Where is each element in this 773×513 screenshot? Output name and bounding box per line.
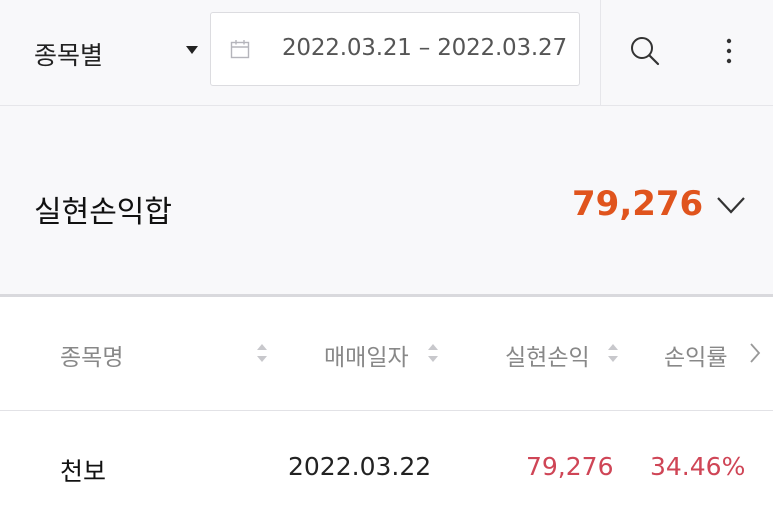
- chevron-right-icon[interactable]: [748, 342, 762, 364]
- sort-icon[interactable]: [256, 343, 268, 363]
- more-vertical-icon: [726, 38, 732, 64]
- column-header-realized-pnl[interactable]: 실현손익: [505, 338, 590, 372]
- search-icon: [631, 37, 660, 66]
- date-range-picker[interactable]: 2022.03.21 – 2022.03.27: [210, 12, 580, 86]
- column-header-trade-date[interactable]: 매매일자: [324, 338, 409, 372]
- row-return-rate: 34.46%: [650, 452, 746, 481]
- chevron-down-icon[interactable]: [714, 190, 748, 220]
- grouping-select[interactable]: 종목별: [0, 0, 210, 105]
- calendar-icon: [230, 40, 250, 59]
- caret-down-icon: [186, 46, 198, 54]
- column-header-return-rate[interactable]: 손익률: [664, 338, 727, 372]
- row-trade-date: 2022.03.22: [288, 452, 432, 481]
- column-header-name[interactable]: 종목명: [60, 338, 123, 372]
- summary-title: 실현손익합: [34, 195, 172, 230]
- top-toolbar: 종목별 2022.03.21 – 2022.03.27: [0, 0, 773, 106]
- search-button[interactable]: [600, 0, 687, 105]
- table-row[interactable]: 천보 2022.03.22 79,276 34.46%: [0, 411, 773, 513]
- realized-pnl-summary: 실현손익합 79,276: [0, 106, 773, 297]
- row-realized-pnl: 79,276: [526, 452, 614, 481]
- sort-icon[interactable]: [427, 343, 439, 363]
- more-options-button[interactable]: [687, 0, 773, 105]
- row-stock-name: 천보: [60, 457, 107, 486]
- table-header: 종목명 매매일자 실현손익 손익률: [0, 297, 773, 411]
- summary-value: 79,276: [572, 184, 704, 224]
- grouping-select-value: 종목별: [34, 41, 104, 70]
- date-range-text: 2022.03.21 – 2022.03.27: [282, 35, 567, 61]
- sort-icon[interactable]: [607, 343, 619, 363]
